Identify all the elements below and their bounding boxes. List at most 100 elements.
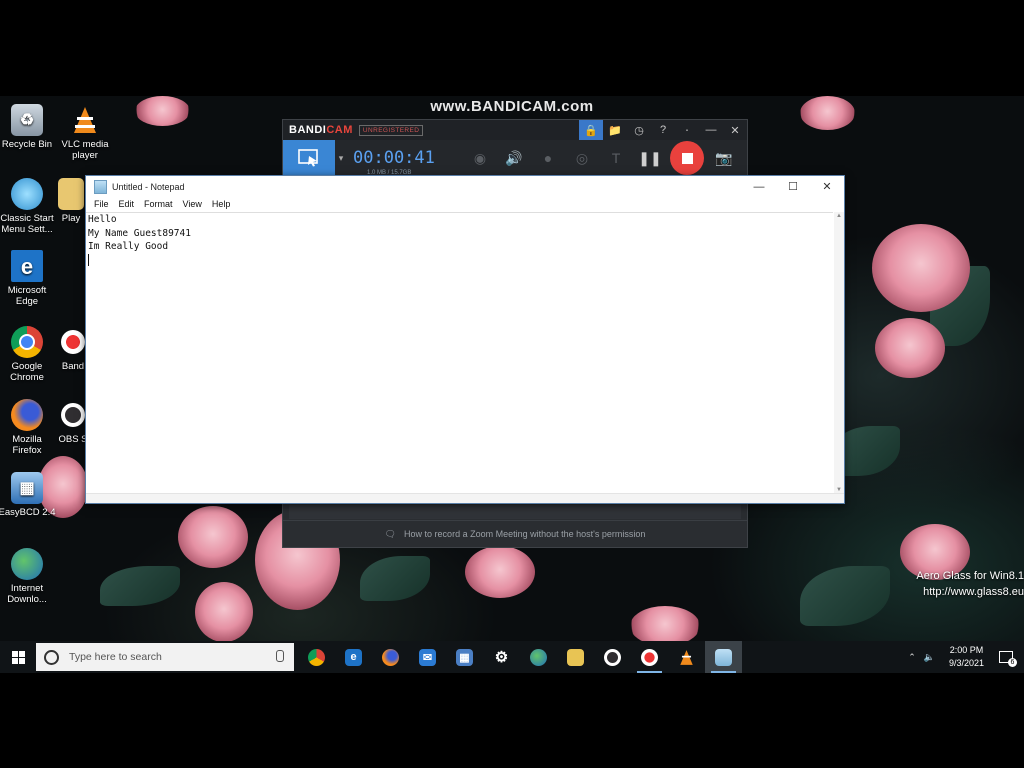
store-icon: ▦ bbox=[456, 648, 473, 666]
vertical-scrollbar[interactable]: ▲ ▼ bbox=[834, 212, 844, 494]
flower-decoration bbox=[630, 606, 700, 646]
webcam-icon[interactable]: ◉ bbox=[463, 140, 497, 176]
taskbar-settings[interactable]: ⚙ bbox=[483, 641, 520, 673]
notepad-window: Untitled - Notepad — ☐ ✕ File Edit Forma… bbox=[85, 175, 845, 504]
close-button[interactable]: ✕ bbox=[810, 176, 844, 197]
text-line: Hello bbox=[88, 214, 117, 225]
text-caret bbox=[88, 254, 89, 266]
obs-icon bbox=[61, 403, 85, 427]
taskbar-bandicam[interactable] bbox=[631, 641, 668, 673]
taskbar-notepad[interactable] bbox=[705, 641, 742, 673]
leaf-decoration bbox=[100, 566, 180, 606]
recycle-bin-icon: ♻ bbox=[11, 104, 43, 136]
desktop-icon-bandicam[interactable]: Band bbox=[58, 326, 88, 372]
flower-decoration bbox=[195, 582, 253, 642]
menu-view[interactable]: View bbox=[178, 199, 207, 209]
maximize-button[interactable]: ☐ bbox=[776, 176, 810, 197]
cursor-effect-icon[interactable]: ◎ bbox=[565, 140, 599, 176]
desktop-icon-recycle-bin[interactable]: ♻ Recycle Bin bbox=[0, 104, 58, 150]
notepad-icon bbox=[715, 648, 732, 666]
taskbar-mail[interactable]: ✉ bbox=[409, 641, 446, 673]
close-button[interactable]: ✕ bbox=[723, 120, 747, 140]
taskbar-idm[interactable] bbox=[520, 641, 557, 673]
volume-icon[interactable]: 🔈 bbox=[924, 652, 935, 663]
minimize-button[interactable]: — bbox=[699, 120, 723, 140]
icon-label: Band bbox=[61, 361, 85, 372]
clock-icon[interactable]: ◷ bbox=[627, 120, 651, 140]
icon-label: Edge bbox=[15, 296, 39, 307]
unregistered-badge: UNREGISTERED bbox=[358, 124, 424, 136]
mode-dropdown-icon[interactable]: ▾ bbox=[335, 153, 347, 164]
horizontal-scrollbar[interactable] bbox=[86, 493, 844, 503]
clock[interactable]: 2:00 PM 9/3/2021 bbox=[949, 644, 984, 670]
stop-record-button[interactable] bbox=[667, 140, 707, 176]
desktop-icon-obs[interactable]: OBS S bbox=[58, 399, 88, 445]
window-title: Untitled - Notepad bbox=[112, 181, 185, 192]
taskbar-firefox[interactable] bbox=[372, 641, 409, 673]
icon-label: Play bbox=[61, 213, 81, 224]
classic-start-icon bbox=[11, 178, 43, 210]
icon-label: EasyBCD 2.4 bbox=[0, 507, 56, 518]
taskbar-file-explorer[interactable] bbox=[557, 641, 594, 673]
desktop-icon-play[interactable]: Play bbox=[56, 178, 86, 224]
help-icon[interactable]: ? bbox=[651, 120, 675, 140]
desktop-icon-firefox[interactable]: Mozilla Firefox bbox=[0, 399, 58, 456]
rectangle-mode-button[interactable] bbox=[283, 140, 335, 176]
start-button[interactable] bbox=[0, 641, 36, 673]
desktop-icon-idm[interactable]: Internet Downlo... bbox=[0, 548, 58, 605]
taskbar-search-box[interactable]: Type here to search bbox=[36, 643, 294, 671]
chrome-icon bbox=[11, 326, 43, 358]
text-editor[interactable]: Hello My Name Guest89741 Im Really Good bbox=[86, 212, 833, 495]
chevron-up-icon[interactable]: ⌃ bbox=[908, 652, 916, 663]
cortana-icon bbox=[44, 649, 59, 665]
leaf-decoration bbox=[360, 556, 430, 601]
desktop-icon-edge[interactable]: e Microsoft Edge bbox=[0, 250, 58, 307]
bandicam-titlebar: BANDICAM UNREGISTERED 🔒 📁 ◷ ? ⋅ — ✕ bbox=[283, 120, 747, 140]
menu-edit[interactable]: Edit bbox=[114, 199, 140, 209]
bandicam-logo: BANDICAM bbox=[289, 124, 353, 136]
firefox-icon bbox=[11, 399, 43, 431]
caret-line bbox=[86, 254, 833, 268]
text-icon[interactable]: T bbox=[599, 140, 633, 176]
obs-icon bbox=[604, 648, 621, 666]
minimize-button[interactable]: — bbox=[742, 176, 776, 197]
taskbar-store[interactable]: ▦ bbox=[446, 641, 483, 673]
screenshot-camera-icon[interactable]: 📷 bbox=[707, 140, 741, 176]
edge-icon: e bbox=[345, 648, 362, 666]
mail-icon: ✉ bbox=[419, 648, 436, 666]
taskbar-vlc[interactable] bbox=[668, 641, 705, 673]
icon-label: Microsoft bbox=[7, 285, 47, 296]
flower-decoration bbox=[800, 96, 855, 130]
speaker-icon[interactable]: 🔊 bbox=[497, 140, 531, 176]
icon-label: player bbox=[72, 150, 98, 161]
icon-label: Menu Sett... bbox=[1, 224, 53, 235]
icon-label: Mozilla bbox=[12, 434, 42, 445]
icon-label: Classic Start bbox=[0, 213, 54, 224]
notepad-titlebar[interactable]: Untitled - Notepad — ☐ ✕ bbox=[86, 176, 844, 197]
icon-label: OBS S bbox=[58, 434, 88, 445]
pause-button[interactable]: ❚❚ bbox=[633, 140, 667, 176]
folder-icon[interactable]: 📁 bbox=[603, 120, 627, 140]
desktop-icon-chrome[interactable]: Google Chrome bbox=[0, 326, 58, 383]
microphone-icon[interactable] bbox=[276, 650, 284, 662]
action-center-button[interactable]: 6 bbox=[994, 647, 1018, 667]
folder-icon bbox=[567, 648, 584, 666]
desktop-icon-classic-start[interactable]: Classic Start Menu Sett... bbox=[0, 178, 58, 235]
microphone-icon[interactable]: ● bbox=[531, 140, 565, 176]
desktop-icon-vlc[interactable]: VLC media player bbox=[54, 104, 116, 161]
folder-icon bbox=[58, 178, 84, 210]
collapse-button[interactable]: ⋅ bbox=[675, 120, 699, 140]
taskbar-obs[interactable] bbox=[594, 641, 631, 673]
menu-file[interactable]: File bbox=[89, 199, 114, 209]
lock-icon[interactable]: 🔒 bbox=[579, 120, 603, 140]
menu-format[interactable]: Format bbox=[139, 199, 178, 209]
text-line: My Name Guest89741 bbox=[88, 227, 191, 239]
scroll-up-icon[interactable]: ▲ bbox=[836, 213, 842, 219]
taskbar-chrome[interactable] bbox=[298, 641, 335, 673]
taskbar-edge[interactable]: e bbox=[335, 641, 372, 673]
desktop-icon-easybcd[interactable]: ▦ EasyBCD 2.4 bbox=[0, 472, 58, 518]
bandicam-icon bbox=[641, 648, 658, 666]
edge-icon: e bbox=[11, 250, 43, 282]
menu-help[interactable]: Help bbox=[207, 199, 236, 209]
bandicam-status-bar[interactable]: 🗨 How to record a Zoom Meeting without t… bbox=[283, 520, 747, 547]
